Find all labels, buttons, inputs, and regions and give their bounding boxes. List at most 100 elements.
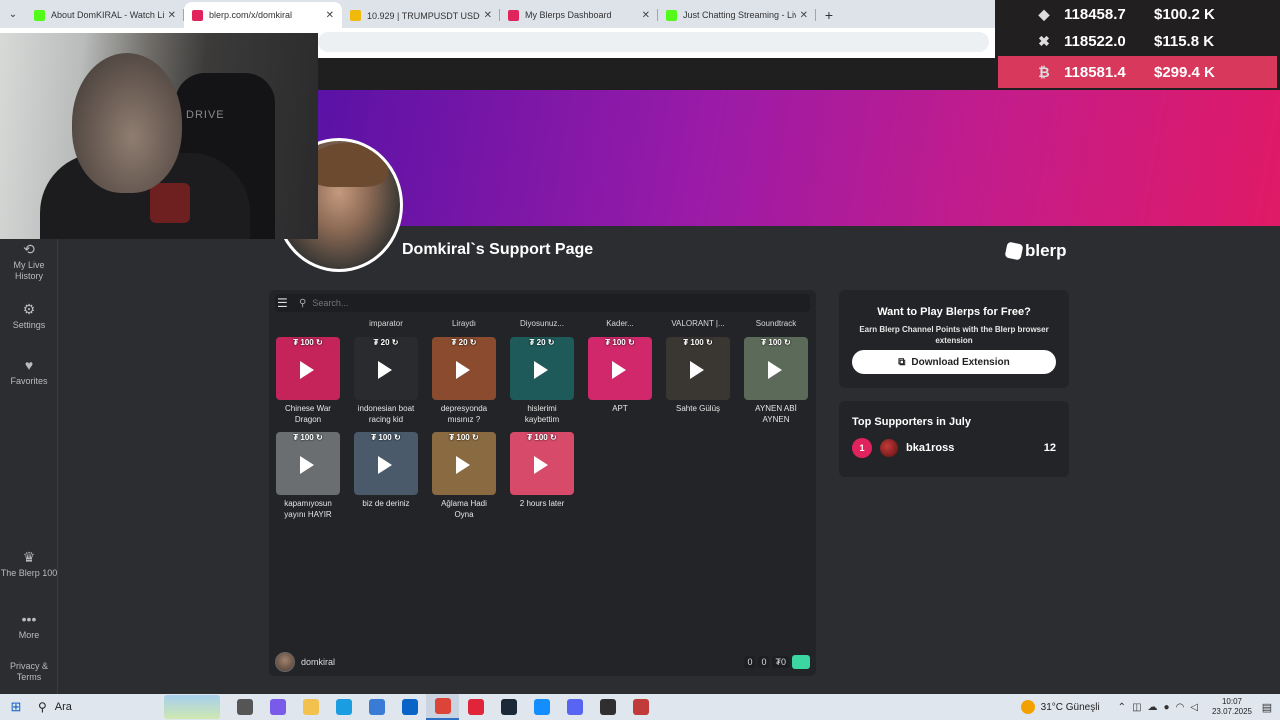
webcam-overlay: DRIVE	[0, 33, 318, 239]
supporters-heading: Top Supporters in July	[852, 416, 971, 428]
blerp-title: hislerimi kaybettim	[524, 404, 560, 424]
network-icon[interactable]: ◫	[1132, 702, 1141, 713]
taskbar-app-steam[interactable]	[492, 694, 525, 720]
sidebar-item-settings[interactable]: ⚙ Settings	[0, 301, 58, 331]
taskbar-app-app-red[interactable]	[624, 694, 657, 720]
taskbar-app-discord[interactable]	[558, 694, 591, 720]
mic-icon[interactable]: ●	[1164, 702, 1170, 713]
blerp-thumbnail[interactable]: ₮ 20 ↻	[354, 337, 418, 400]
play-icon[interactable]	[534, 361, 548, 379]
play-icon[interactable]	[456, 361, 470, 379]
browser-tab[interactable]: About DomKIRAL - Watch Live ✕	[26, 2, 184, 28]
blerp-thumbnail[interactable]: ₮ 20 ↻	[510, 337, 574, 400]
clock[interactable]: 10:07 23.07.2025	[1210, 697, 1254, 717]
wallet-button[interactable]	[792, 655, 810, 669]
points-icon: ₮	[293, 433, 299, 442]
blerp-thumbnail[interactable]: ₮ 100 ↻	[666, 337, 730, 400]
play-icon[interactable]	[378, 456, 392, 474]
blerp-card[interactable]: ₮ 100 ↻ Sahte Gülüş	[666, 337, 730, 414]
blerp-thumbnail[interactable]: ₮ 100 ↻	[432, 432, 496, 495]
play-icon[interactable]	[534, 456, 548, 474]
blerp-thumbnail[interactable]: ₮ 100 ↻	[510, 432, 574, 495]
blerp-thumbnail[interactable]: ₮ 100 ↻	[744, 337, 808, 400]
blerp-card[interactable]: ₮ 100 ↻ APT	[588, 337, 652, 414]
close-icon[interactable]: ✕	[326, 10, 334, 21]
taskbar-app-opera[interactable]	[459, 694, 492, 720]
sidebar-item-favorites[interactable]: ♥ Favorites	[0, 357, 58, 387]
supporter-row[interactable]: 1 bka1ross 12	[852, 437, 1056, 459]
taskbar-app-edge[interactable]	[327, 694, 360, 720]
blerp-card[interactable]: ₮ 100 ↻ AYNEN ABİ AYNEN	[744, 337, 808, 425]
bitcoin-icon: ₿	[1038, 64, 1050, 80]
ticker-volume: $115.8 K	[1154, 32, 1215, 50]
blerp-thumbnail[interactable]: ₮ 100 ↻	[354, 432, 418, 495]
blerp-card[interactable]: ₮ 100 ↻ kapamıyosun yayını HAYIR	[276, 432, 340, 520]
sidebar-item-live-history[interactable]: ⟲ My Live History	[0, 241, 58, 282]
chevron-up-icon[interactable]: ⌃	[1118, 702, 1126, 713]
binance-icon: ◆	[1038, 5, 1050, 22]
battle-net-icon	[533, 699, 550, 715]
search-input[interactable]	[312, 298, 713, 308]
taskbar-app-obs[interactable]	[591, 694, 624, 720]
play-icon[interactable]	[612, 361, 626, 379]
crypto-ticker-overlay: ◆ 118458.7 $100.2 K ✖ 118522.0 $115.8 K ₿ 11858…	[995, 0, 1280, 88]
blerp-thumbnail[interactable]: ₮ 100 ↻	[276, 337, 340, 400]
menu-icon[interactable]: ☰	[277, 296, 291, 310]
taskbar-app-store[interactable]	[360, 694, 393, 720]
close-icon[interactable]: ✕	[800, 10, 808, 21]
browser-tab[interactable]: My Blerps Dashboard ✕	[500, 2, 658, 28]
blerp-card[interactable]: ₮ 100 ↻ biz de deriniz	[354, 432, 418, 509]
blerp-price: ₮ 100 ↻	[276, 337, 340, 348]
blerp-card[interactable]: ₮ 20 ↻ hislerimi kaybettim	[510, 337, 574, 425]
taskbar-app-battle-net[interactable]	[525, 694, 558, 720]
taskbar-search[interactable]: ⚲ Ara	[32, 694, 164, 720]
blerp-title: Sahte Gülüş	[675, 404, 721, 413]
windows-start-icon[interactable]: ⊞	[0, 699, 32, 715]
volume-icon[interactable]: ◁	[1190, 702, 1198, 713]
play-icon[interactable]	[300, 361, 314, 379]
replay-icon: ↻	[391, 338, 399, 347]
sidebar-item-more[interactable]: ••• More	[0, 611, 58, 641]
taskbar-app-outlook[interactable]	[393, 694, 426, 720]
blerp-thumbnail[interactable]: ₮ 20 ↻	[432, 337, 496, 400]
new-tab-button[interactable]: +	[816, 2, 842, 28]
close-icon[interactable]: ✕	[168, 10, 176, 21]
taskbar-app-file-explorer[interactable]	[294, 694, 327, 720]
blerp-card[interactable]: ₮ 100 ↻ Chinese War Dragon	[276, 337, 340, 425]
cloud-icon[interactable]: ☁	[1148, 702, 1158, 713]
download-extension-button[interactable]: ⧉ Download Extension	[852, 350, 1056, 374]
blerp-card[interactable]: ₮ 20 ↻ depresyonda mısınız ?	[432, 337, 496, 425]
browser-tab[interactable]: Just Chatting Streaming - Live ✕	[658, 2, 816, 28]
blerp-title: AYNEN ABİ AYNEN	[755, 404, 797, 424]
stat-box: 0	[758, 656, 770, 668]
blerp-card[interactable]: ₮ 100 ↻ 2 hours later	[510, 432, 574, 509]
stat-box: 0	[744, 656, 756, 668]
blerp-card[interactable]: ₮ 20 ↻ indonesian boat racing kid	[354, 337, 418, 425]
play-icon[interactable]	[768, 361, 782, 379]
blerp-thumbnail[interactable]: ₮ 100 ↻	[276, 432, 340, 495]
store-icon	[368, 699, 385, 715]
taskbar-app-copilot[interactable]	[261, 694, 294, 720]
blerp-card[interactable]: ₮ 100 ↻ Ağlama Hadi Oyna	[432, 432, 496, 520]
taskbar-app-task-view[interactable]	[228, 694, 261, 720]
play-icon[interactable]	[690, 361, 704, 379]
price-value: 20	[380, 338, 390, 347]
weather-widget[interactable]: 31°C Güneşli	[1020, 700, 1100, 714]
tab-search-button[interactable]: ⌄	[0, 0, 26, 28]
address-bar[interactable]	[318, 32, 989, 52]
play-icon[interactable]	[378, 361, 392, 379]
search-highlight-image[interactable]	[164, 695, 220, 719]
close-icon[interactable]: ✕	[642, 10, 650, 21]
blerp-logo[interactable]: blerp	[1004, 241, 1067, 261]
close-icon[interactable]: ✕	[484, 10, 492, 21]
sidebar-item-blerp-100[interactable]: ♛ The Blerp 100	[0, 549, 58, 579]
taskbar-app-chrome[interactable]	[426, 694, 459, 720]
blerp-thumbnail[interactable]: ₮ 100 ↻	[588, 337, 652, 400]
notification-icon[interactable]: ▤	[1254, 701, 1280, 714]
browser-tab[interactable]: 10.929 | TRUMPUSDT USDⓈ-M ✕	[342, 2, 500, 28]
sidebar-item-privacy-terms[interactable]: Privacy & Terms	[0, 661, 58, 683]
wifi-icon[interactable]: ◠	[1176, 702, 1185, 713]
play-icon[interactable]	[300, 456, 314, 474]
play-icon[interactable]	[456, 456, 470, 474]
browser-tab[interactable]: blerp.com/x/domkiral ✕	[184, 2, 342, 28]
